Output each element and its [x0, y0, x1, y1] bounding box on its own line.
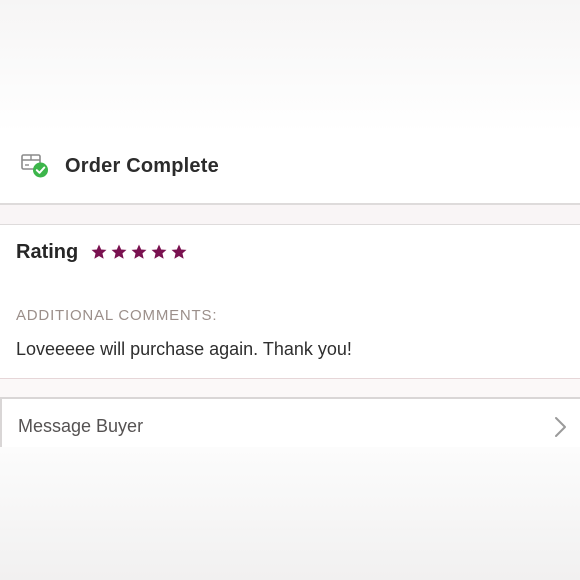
message-buyer-button[interactable]: Message Buyer	[0, 397, 580, 447]
rating-label: Rating	[16, 241, 79, 263]
review-card: Rating ADDITIONAL COMMENTS: Loveeeee wil…	[0, 225, 580, 379]
order-status-title: Order Complete	[65, 155, 219, 177]
package-check-icon	[20, 152, 50, 180]
review-comment: Loveeeee will purchase again. Thank you!	[16, 339, 352, 359]
section-divider	[0, 379, 580, 397]
star-icon	[91, 244, 107, 259]
star-icon	[131, 244, 147, 259]
star-icon	[151, 244, 167, 259]
star-icon	[111, 244, 127, 259]
background-bottom	[0, 447, 580, 580]
order-status-row: Order Complete	[0, 133, 580, 205]
additional-comments-label: ADDITIONAL COMMENTS:	[16, 307, 218, 324]
section-divider	[0, 205, 580, 225]
rating-stars	[90, 243, 188, 263]
background-top	[0, 0, 580, 133]
message-buyer-label: Message Buyer	[18, 416, 144, 436]
chevron-right-icon	[552, 415, 568, 439]
star-icon	[171, 244, 187, 259]
order-detail-screen: Order Complete Rating ADDITIONAL COMMENT…	[0, 0, 580, 580]
